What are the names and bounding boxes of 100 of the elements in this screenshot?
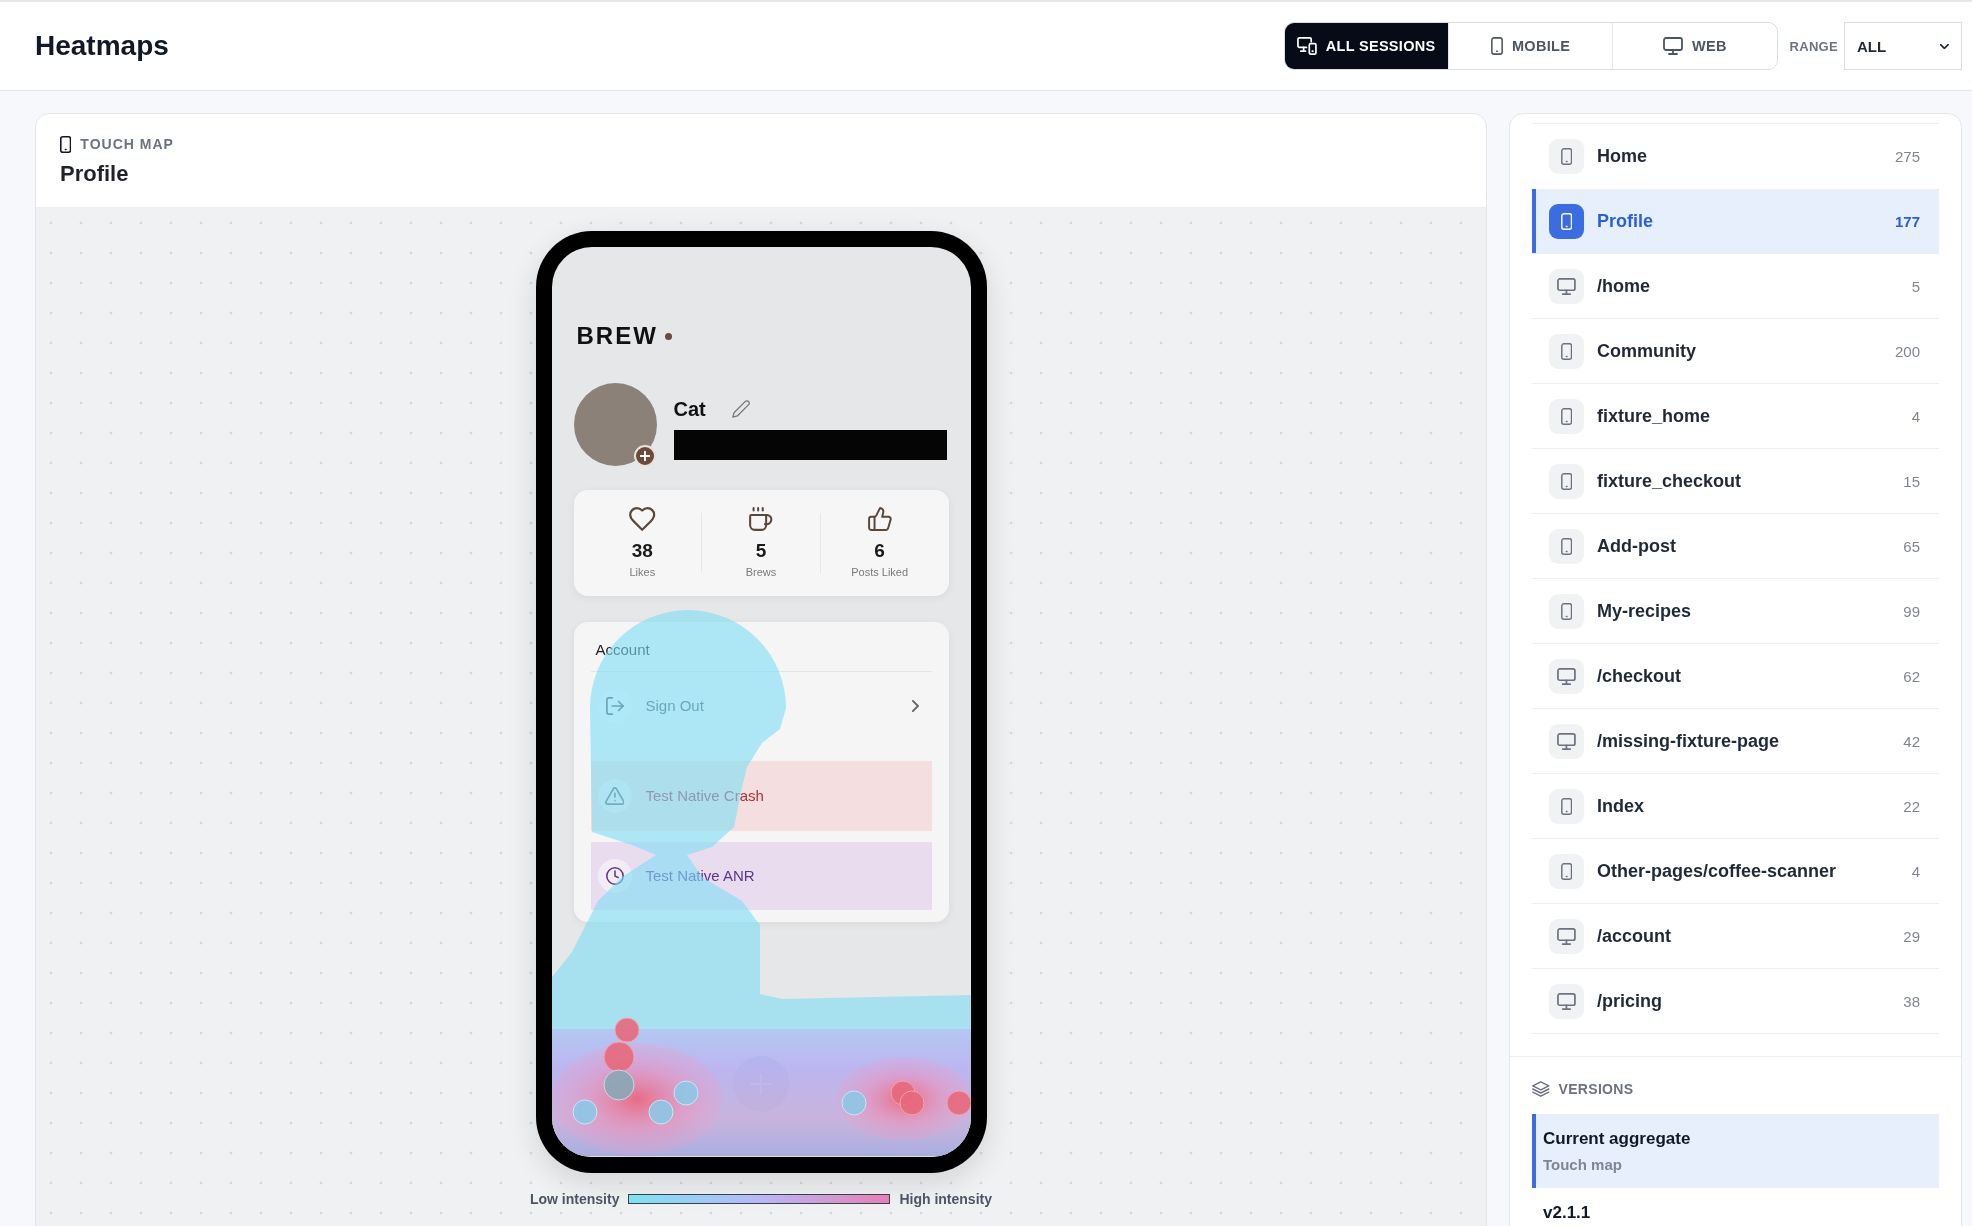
phone-icon (1549, 463, 1584, 499)
stat-label: Likes (629, 565, 656, 579)
thumbs-up-icon (867, 507, 892, 531)
page-count: 5 (1911, 277, 1920, 295)
monitor-icon (1549, 658, 1584, 694)
page-item[interactable]: /checkout 62 (1532, 644, 1939, 709)
phone-icon (1549, 138, 1584, 174)
page-count: 22 (1903, 797, 1920, 815)
phone-icon (60, 135, 72, 153)
plus-badge-icon (633, 445, 656, 467)
touch-marker-icon (603, 1069, 634, 1101)
phone-icon (1549, 528, 1584, 564)
heart-icon (629, 507, 656, 531)
page-count: 177 (1894, 212, 1920, 230)
touch-marker-icon (603, 1041, 634, 1073)
layers-icon (1532, 1081, 1550, 1097)
touch-marker-icon (841, 1090, 866, 1116)
page-name: /checkout (1597, 665, 1682, 687)
page-count: 65 (1903, 537, 1920, 555)
page-count: 38 (1903, 992, 1920, 1010)
page-item[interactable]: /home 5 (1532, 254, 1939, 319)
page-count: 200 (1894, 342, 1920, 360)
page-item[interactable]: /account 29 (1532, 904, 1939, 969)
page-count: 15 (1903, 472, 1920, 490)
monitor-icon (1549, 918, 1584, 954)
version-item[interactable]: v2.1.1 (1532, 1188, 1939, 1226)
clock-icon (597, 859, 632, 893)
page-name: Community (1597, 340, 1696, 362)
version-item[interactable]: Current aggregate Touch map (1532, 1114, 1939, 1188)
page-count: 275 (1894, 147, 1920, 165)
page-item[interactable]: Add-post 65 (1532, 514, 1939, 579)
page-name: /pricing (1597, 990, 1662, 1012)
page-name: Other-pages/coffee-scanner (1597, 860, 1837, 882)
page-name: /account (1597, 925, 1671, 947)
stat-value: 38 (631, 540, 653, 562)
range-select[interactable]: ALL (1844, 22, 1962, 70)
page-item[interactable]: /missing-fixture-page 42 (1532, 709, 1939, 774)
platform-tab[interactable]: WEB (1612, 23, 1777, 69)
page-item[interactable]: fixture_checkout 15 (1532, 449, 1939, 514)
page-name: /home (1597, 275, 1650, 297)
cup-icon (749, 507, 773, 531)
page-count: 29 (1903, 927, 1920, 945)
page-item[interactable]: Profile 177 (1532, 189, 1939, 254)
phone-icon (1490, 37, 1503, 55)
chevron-down-icon (1940, 43, 1949, 49)
page-item[interactable]: My-recipes 99 (1532, 579, 1939, 644)
page-count: 4 (1911, 407, 1920, 425)
stat-label: Brews (745, 565, 777, 579)
page-item[interactable]: Other-pages/coffee-scanner 4 (1532, 839, 1939, 904)
menu-label: Sign Out (645, 696, 704, 716)
touch-marker-icon (614, 1017, 639, 1043)
legend-label: High intensity (899, 1191, 992, 1207)
page-count: 99 (1903, 602, 1920, 620)
page-item[interactable]: /pricing 38 (1532, 969, 1939, 1034)
stat-value: 6 (874, 540, 885, 562)
page-item[interactable]: fixture_home 4 (1532, 384, 1939, 449)
platform-tab[interactable]: ALL SESSIONS (1284, 23, 1448, 69)
page-name: fixture_home (1597, 405, 1711, 427)
range-label: RANGE (1789, 38, 1838, 54)
monitor-icon (1549, 268, 1584, 304)
phone-icon (1549, 788, 1584, 824)
page-name: fixture_checkout (1597, 470, 1742, 492)
touch-marker-icon (572, 1099, 597, 1125)
version-subtitle: Touch map (1543, 1155, 1622, 1175)
map-type-label: TOUCH MAP (80, 136, 174, 152)
pencil-icon (731, 400, 750, 418)
touch-marker-icon (899, 1090, 924, 1116)
page-title: Heatmaps (35, 30, 169, 62)
section-heading: VERSIONS (1558, 1081, 1634, 1097)
stat-label: Posts Liked (851, 565, 909, 579)
phone-icon (1549, 398, 1584, 434)
brand-dot-icon (664, 332, 672, 340)
page-name: Home (1597, 145, 1647, 167)
stat-value: 5 (755, 540, 767, 562)
phone-icon (1549, 853, 1584, 889)
page-count: 42 (1903, 732, 1920, 750)
chevron-right-icon (911, 700, 919, 712)
touch-marker-icon (648, 1099, 673, 1125)
page-name: My-recipes (1597, 600, 1692, 622)
user-name: Cat (673, 397, 706, 421)
phone-icon (1549, 333, 1584, 369)
page-item[interactable]: Community 200 (1532, 319, 1939, 384)
page-item[interactable]: Home 275 (1532, 124, 1939, 189)
page-count: 4 (1911, 862, 1920, 880)
page-item[interactable]: Index 22 (1532, 774, 1939, 839)
monitor-icon (1549, 723, 1584, 759)
monitor-icon (1549, 983, 1584, 1019)
monitor-icon (1663, 37, 1683, 55)
page-name: Index (1597, 795, 1644, 817)
brand-name: BREW (576, 321, 658, 351)
screen-title: Profile (60, 160, 129, 188)
devices-icon (1296, 37, 1317, 55)
touch-marker-icon (673, 1080, 698, 1106)
legend-label: Low intensity (530, 1191, 620, 1207)
phone-icon (1549, 593, 1584, 629)
page-name: Profile (1597, 210, 1653, 232)
page-name: /missing-fixture-page (1597, 730, 1780, 752)
touch-marker-icon (946, 1090, 971, 1116)
page-count: 62 (1903, 667, 1920, 685)
page-name: Add-post (1597, 535, 1676, 557)
